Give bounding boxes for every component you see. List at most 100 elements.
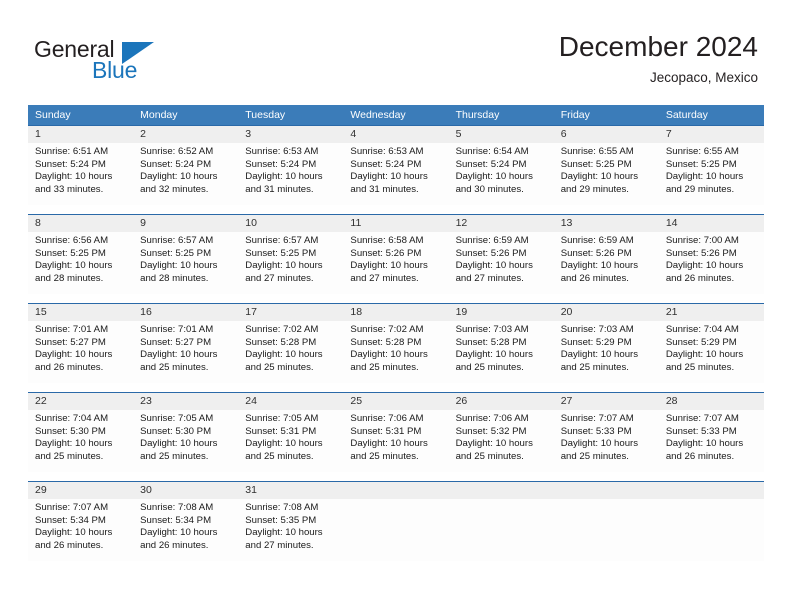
sunset-text: Sunset: 5:34 PM — [35, 514, 106, 526]
daylight-text-line2: and 25 minutes. — [245, 450, 314, 462]
day-cell[interactable]: 25 Sunrise: 7:06 AM Sunset: 5:31 PM Dayl… — [343, 392, 449, 472]
daylight-text-line2: and 25 minutes. — [35, 450, 104, 462]
sunrise-text: Sunrise: 7:06 AM — [455, 413, 529, 424]
day-cell[interactable]: 17 Sunrise: 7:02 AM Sunset: 5:28 PM Dayl… — [238, 303, 344, 383]
day-number: 4 — [343, 126, 449, 143]
day-cell[interactable]: 5 Sunrise: 6:54 AM Sunset: 5:24 PM Dayli… — [448, 125, 554, 205]
day-number: 14 — [658, 215, 764, 232]
sunset-text: Sunset: 5:24 PM — [350, 158, 422, 170]
page-subtitle-location: Jecopaco, Mexico — [649, 70, 758, 85]
sunrise-text: Sunrise: 6:52 AM — [140, 146, 214, 157]
sunrise-text: Sunrise: 7:01 AM — [35, 324, 109, 335]
sunset-text: Sunset: 5:26 PM — [455, 247, 527, 259]
sunset-text: Sunset: 5:24 PM — [35, 158, 106, 170]
week-row: 15 Sunrise: 7:01 AM Sunset: 5:27 PM Dayl… — [28, 303, 764, 383]
day-details — [554, 499, 659, 502]
sunset-text: Sunset: 5:25 PM — [35, 247, 106, 259]
day-cell[interactable]: 14 Sunrise: 7:00 AM Sunset: 5:26 PM Dayl… — [658, 214, 764, 294]
daylight-text-line2: and 26 minutes. — [35, 361, 104, 373]
day-details: Sunrise: 7:05 AM Sunset: 5:30 PM Dayligh… — [133, 410, 238, 463]
daylight-text-line2: and 27 minutes. — [350, 272, 419, 284]
day-cell[interactable]: 24 Sunrise: 7:05 AM Sunset: 5:31 PM Dayl… — [238, 392, 344, 472]
day-cell[interactable]: 12 Sunrise: 6:59 AM Sunset: 5:26 PM Dayl… — [448, 214, 554, 294]
day-details: Sunrise: 6:53 AM Sunset: 5:24 PM Dayligh… — [343, 143, 448, 196]
daylight-text-line1: Daylight: 10 hours — [665, 349, 744, 361]
day-details: Sunrise: 6:54 AM Sunset: 5:24 PM Dayligh… — [449, 143, 554, 196]
daylight-text-line1: Daylight: 10 hours — [245, 260, 323, 272]
day-number: 29 — [28, 482, 134, 499]
daylight-text-line2: and 25 minutes. — [350, 361, 419, 373]
day-number — [343, 482, 449, 499]
day-cell[interactable]: 13 Sunrise: 6:59 AM Sunset: 5:26 PM Dayl… — [553, 214, 659, 294]
day-details: Sunrise: 6:59 AM Sunset: 5:26 PM Dayligh… — [554, 232, 659, 285]
day-cell[interactable]: 30 Sunrise: 7:08 AM Sunset: 5:34 PM Dayl… — [133, 481, 239, 561]
day-cell[interactable]: 21 Sunrise: 7:04 AM Sunset: 5:29 PM Dayl… — [658, 303, 764, 383]
day-details — [343, 499, 448, 502]
day-cell[interactable]: 8 Sunrise: 6:56 AM Sunset: 5:25 PM Dayli… — [28, 214, 134, 294]
day-cell[interactable]: 7 Sunrise: 6:55 AM Sunset: 5:25 PM Dayli… — [658, 125, 764, 205]
day-cell[interactable]: 2 Sunrise: 6:52 AM Sunset: 5:24 PM Dayli… — [133, 125, 239, 205]
sunset-text: Sunset: 5:25 PM — [245, 247, 317, 259]
day-details: Sunrise: 7:02 AM Sunset: 5:28 PM Dayligh… — [343, 321, 448, 374]
day-cell[interactable]: 3 Sunrise: 6:53 AM Sunset: 5:24 PM Dayli… — [238, 125, 344, 205]
sunrise-text: Sunrise: 6:55 AM — [665, 146, 739, 157]
sunrise-text: Sunrise: 6:54 AM — [455, 146, 529, 157]
day-details: Sunrise: 7:07 AM Sunset: 5:33 PM Dayligh… — [554, 410, 659, 463]
day-cell[interactable]: 11 Sunrise: 6:58 AM Sunset: 5:26 PM Dayl… — [343, 214, 449, 294]
day-cell[interactable]: 1 Sunrise: 6:51 AM Sunset: 5:24 PM Dayli… — [28, 125, 134, 205]
weekday-header-friday: Friday — [560, 109, 590, 121]
sunset-text: Sunset: 5:35 PM — [245, 514, 317, 526]
day-details: Sunrise: 7:00 AM Sunset: 5:26 PM Dayligh… — [659, 232, 764, 285]
day-cell[interactable]: 22 Sunrise: 7:04 AM Sunset: 5:30 PM Dayl… — [28, 392, 134, 472]
day-cell[interactable]: 23 Sunrise: 7:05 AM Sunset: 5:30 PM Dayl… — [133, 392, 239, 472]
day-number: 18 — [343, 304, 449, 321]
sunrise-text: Sunrise: 6:53 AM — [350, 146, 424, 157]
week-row: 29 Sunrise: 7:07 AM Sunset: 5:34 PM Dayl… — [28, 481, 764, 561]
sunset-text: Sunset: 5:29 PM — [560, 336, 632, 348]
day-number: 7 — [658, 126, 764, 143]
sunrise-text: Sunrise: 7:04 AM — [35, 413, 109, 424]
sunset-text: Sunset: 5:30 PM — [35, 425, 106, 437]
daylight-text-line2: and 26 minutes. — [140, 539, 209, 551]
daylight-text-line1: Daylight: 10 hours — [665, 171, 744, 183]
daylight-text-line2: and 31 minutes. — [245, 183, 314, 195]
day-cell[interactable]: 29 Sunrise: 7:07 AM Sunset: 5:34 PM Dayl… — [28, 481, 134, 561]
day-cell[interactable]: 26 Sunrise: 7:06 AM Sunset: 5:32 PM Dayl… — [448, 392, 554, 472]
day-cell[interactable]: 19 Sunrise: 7:03 AM Sunset: 5:28 PM Dayl… — [448, 303, 554, 383]
daylight-text-line1: Daylight: 10 hours — [140, 171, 218, 183]
day-cell[interactable]: 28 Sunrise: 7:07 AM Sunset: 5:33 PM Dayl… — [658, 392, 764, 472]
daylight-text-line1: Daylight: 10 hours — [560, 438, 639, 450]
daylight-text-line1: Daylight: 10 hours — [665, 438, 744, 450]
sunset-text: Sunset: 5:24 PM — [245, 158, 317, 170]
daylight-text-line1: Daylight: 10 hours — [245, 171, 323, 183]
day-details: Sunrise: 7:01 AM Sunset: 5:27 PM Dayligh… — [28, 321, 133, 374]
day-cell[interactable]: 20 Sunrise: 7:03 AM Sunset: 5:29 PM Dayl… — [553, 303, 659, 383]
day-cell[interactable]: 31 Sunrise: 7:08 AM Sunset: 5:35 PM Dayl… — [238, 481, 344, 561]
day-cell[interactable]: 15 Sunrise: 7:01 AM Sunset: 5:27 PM Dayl… — [28, 303, 134, 383]
week-row: 22 Sunrise: 7:04 AM Sunset: 5:30 PM Dayl… — [28, 392, 764, 472]
day-details: Sunrise: 7:03 AM Sunset: 5:28 PM Dayligh… — [449, 321, 554, 374]
day-cell[interactable]: 18 Sunrise: 7:02 AM Sunset: 5:28 PM Dayl… — [343, 303, 449, 383]
day-cell[interactable]: 10 Sunrise: 6:57 AM Sunset: 5:25 PM Dayl… — [238, 214, 344, 294]
daylight-text-line1: Daylight: 10 hours — [140, 349, 218, 361]
sunset-text: Sunset: 5:29 PM — [665, 336, 737, 348]
day-cell[interactable]: 9 Sunrise: 6:57 AM Sunset: 5:25 PM Dayli… — [133, 214, 239, 294]
daylight-text-line2: and 25 minutes. — [455, 361, 524, 373]
sunrise-text: Sunrise: 7:07 AM — [35, 502, 109, 513]
day-cell[interactable]: 27 Sunrise: 7:07 AM Sunset: 5:33 PM Dayl… — [553, 392, 659, 472]
daylight-text-line2: and 25 minutes. — [140, 450, 209, 462]
day-details: Sunrise: 7:04 AM Sunset: 5:29 PM Dayligh… — [659, 321, 764, 374]
day-cell[interactable]: 4 Sunrise: 6:53 AM Sunset: 5:24 PM Dayli… — [343, 125, 449, 205]
day-number: 28 — [658, 393, 764, 410]
day-details: Sunrise: 6:53 AM Sunset: 5:24 PM Dayligh… — [238, 143, 343, 196]
sunset-text: Sunset: 5:31 PM — [350, 425, 422, 437]
day-cell[interactable]: 6 Sunrise: 6:55 AM Sunset: 5:25 PM Dayli… — [553, 125, 659, 205]
day-number: 22 — [28, 393, 134, 410]
day-number: 9 — [133, 215, 239, 232]
sunrise-text: Sunrise: 7:08 AM — [245, 502, 319, 513]
weekday-header-saturday: Saturday — [665, 109, 708, 121]
day-details: Sunrise: 6:51 AM Sunset: 5:24 PM Dayligh… — [28, 143, 133, 196]
day-cell[interactable]: 16 Sunrise: 7:01 AM Sunset: 5:27 PM Dayl… — [133, 303, 239, 383]
day-number: 24 — [238, 393, 344, 410]
sunrise-text: Sunrise: 7:08 AM — [140, 502, 214, 513]
